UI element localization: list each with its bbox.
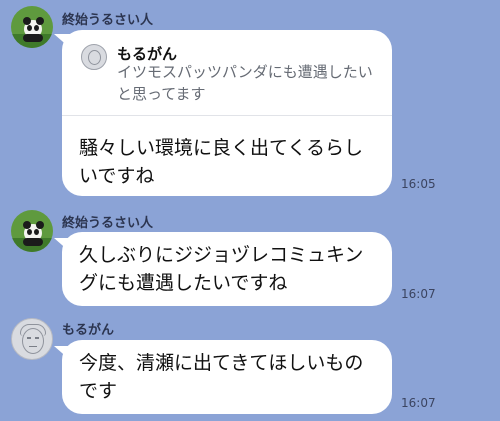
message-text: 騒々しい環境に良く出てくるらしいですね [79,137,364,187]
reply-preview[interactable]: もるがん イツモスパッツパンダにも遭遇したいと思ってます [62,30,392,116]
sender-name: 終始うるさい人 [62,13,154,28]
panda-avatar[interactable] [11,6,53,48]
panda-avatar[interactable] [11,210,53,252]
message-time: 16:07 [401,396,436,410]
message-bubble[interactable]: もるがん イツモスパッツパンダにも遭遇したいと思ってます 騒々しい環境に良く出て… [62,30,392,196]
message-time: 16:07 [401,287,436,301]
message-time: 16:05 [401,177,436,191]
message-bubble[interactable]: 久しぶりにジジョヅレコミュキングにも遭遇したいですね [62,232,392,306]
sender-name: もるがん [62,323,115,338]
message-text: 久しぶりにジジョヅレコミュキングにも遭遇したいですね [79,244,364,294]
message-bubble[interactable]: 今度、清瀬に出てきてほしいものです [62,340,392,414]
reply-avatar [81,44,107,70]
sender-name: 終始うるさい人 [62,216,154,231]
message-text: 今度、清瀬に出てきてほしいものです [79,352,364,402]
sketch-avatar[interactable] [11,318,53,360]
reply-text: イツモスパッツパンダにも遭遇したいと思ってます [117,63,373,103]
